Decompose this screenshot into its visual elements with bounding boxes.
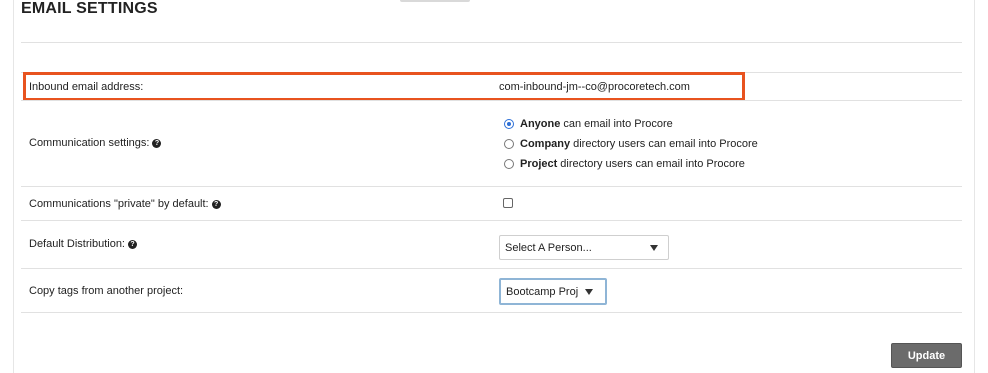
inbound-email-highlight [23,72,745,101]
help-icon[interactable]: ? [211,199,221,209]
copy-tags-selected: Bootcamp Proj [506,285,579,298]
divider [21,268,962,269]
page-title: EMAIL SETTINGS [21,0,158,17]
default-distribution-selected: Select A Person... [505,241,592,254]
default-distribution-select[interactable]: Select A Person... [499,235,669,260]
top-tab-indicator [400,0,470,2]
divider [21,186,962,187]
radio-option-project[interactable]: Project directory users can email into P… [504,158,745,170]
divider [21,100,962,101]
radio-option-bold: Anyone [520,118,561,130]
default-distribution-label: Default Distribution: ? [29,238,137,250]
radio-option-anyone[interactable]: Anyone can email into Procore [504,118,673,130]
radio-option-text: can email into Procore [563,118,673,130]
radio-option-company[interactable]: Company directory users can email into P… [504,138,758,150]
private-default-checkbox[interactable] [503,198,513,208]
default-distribution-label-text: Default Distribution: [29,238,125,250]
private-default-label: Communications "private" by default: ? [29,198,221,210]
update-button[interactable]: Update [891,343,962,368]
copy-tags-label: Copy tags from another project: [29,285,183,297]
divider [21,312,962,313]
radio-option-bold: Project [520,158,558,170]
copy-tags-select[interactable]: Bootcamp Proj [499,278,607,305]
radio-option-bold: Company [520,138,571,150]
copy-tags-label-text: Copy tags from another project: [29,285,184,297]
radio-checked-icon[interactable] [504,119,514,129]
divider [21,220,962,221]
divider [21,42,962,43]
help-icon[interactable]: ? [128,239,137,249]
caret-down-icon [585,288,593,295]
help-icon[interactable]: ? [152,138,162,148]
private-default-label-text: Communications "private" by default: [29,198,209,210]
radio-option-text: directory users can email into Procore [573,138,758,150]
radio-option-text: directory users can email into Procore [560,158,745,170]
radio-unchecked-icon[interactable] [504,139,514,149]
caret-down-icon [650,244,658,251]
communication-settings-label-text: Communication settings: [29,137,150,149]
communication-settings-label: Communication settings: ? [29,137,162,149]
radio-unchecked-icon[interactable] [504,159,514,169]
